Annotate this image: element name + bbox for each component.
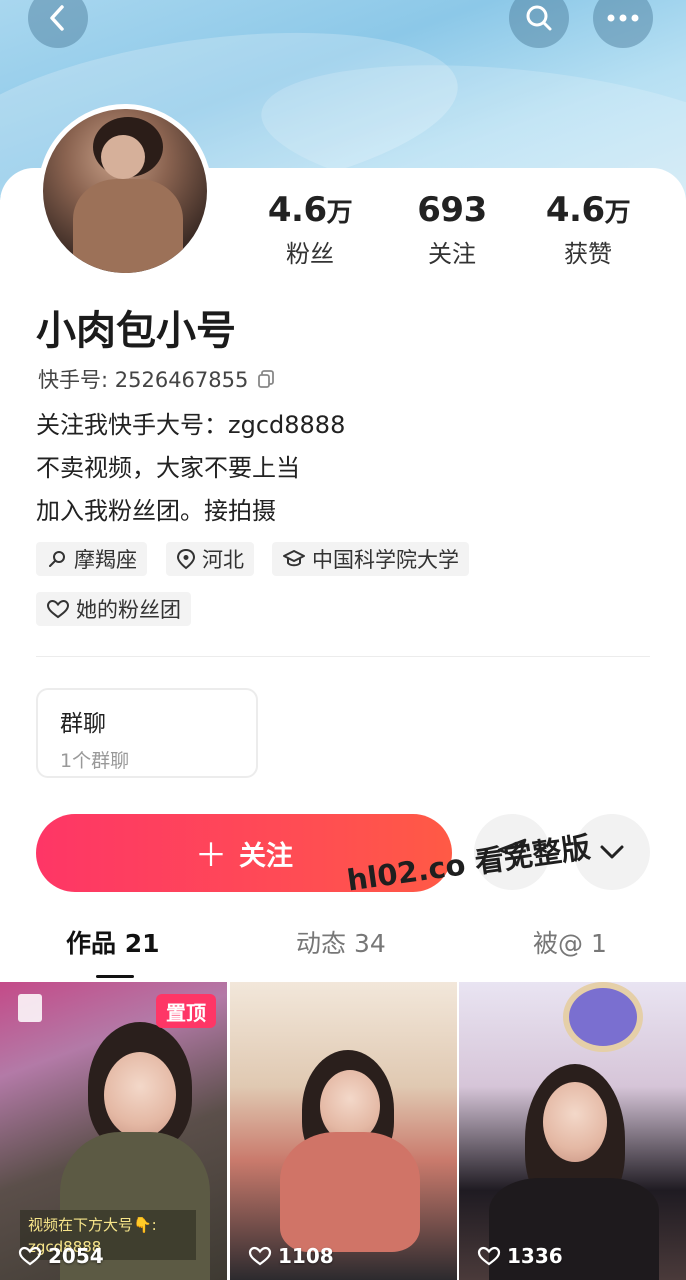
chevron-down-icon xyxy=(600,845,624,859)
stat-number: 4.6万 xyxy=(267,190,353,230)
tag-label: 摩羯座 xyxy=(74,548,137,572)
profile-stats: 4.6万 粉丝 693 关注 4.6万 获赞 xyxy=(240,190,660,280)
zodiac-icon xyxy=(49,551,65,567)
user-id[interactable]: 快手号: 2526467855 xyxy=(38,364,276,394)
like-count: 2054 xyxy=(18,1244,104,1268)
more-dots-icon xyxy=(607,14,639,22)
stat-label: 关注 xyxy=(428,240,476,268)
bio: 关注我快手大号：zgcd8888 不卖视频，大家不要上当 加入我粉丝团。接拍摄 xyxy=(36,404,345,533)
video-thumbnail[interactable]: 1336 xyxy=(459,982,686,1280)
user-id-label: 快手号: 2526467855 xyxy=(38,368,249,392)
tag-school[interactable]: 中国科学院大学 xyxy=(272,542,469,576)
collection-icon xyxy=(18,994,42,1022)
stat-fans[interactable]: 4.6万 粉丝 xyxy=(240,190,380,269)
like-count: 1336 xyxy=(477,1244,563,1268)
tag-label: 中国科学院大学 xyxy=(312,548,459,572)
video-thumbnail[interactable]: 置顶 视频在下方大号👇: zgcd8888 2054 xyxy=(0,982,227,1280)
tab-works[interactable]: 作品 21 xyxy=(66,924,160,960)
heart-icon xyxy=(18,1246,42,1266)
stat-number: 4.6万 xyxy=(545,190,631,230)
back-arrow-icon xyxy=(50,5,64,31)
group-chat-card[interactable]: 群聊 1个群聊 xyxy=(36,688,258,778)
stat-following[interactable]: 693 关注 xyxy=(382,190,522,269)
graduation-cap-icon xyxy=(283,550,305,567)
divider xyxy=(36,656,650,657)
group-chat-title: 群聊 xyxy=(60,711,106,737)
group-chat-count: 1个群聊 xyxy=(60,750,130,772)
tab-indicator xyxy=(96,975,134,978)
search-icon xyxy=(526,5,552,31)
tag-label: 她的粉丝团 xyxy=(76,598,181,622)
pinned-badge: 置顶 xyxy=(156,994,216,1028)
like-count: 1108 xyxy=(248,1244,334,1268)
tag-zodiac[interactable]: 摩羯座 xyxy=(36,542,147,576)
heart-icon xyxy=(477,1246,501,1266)
stat-number: 693 xyxy=(417,190,487,230)
follow-label: 关注 xyxy=(239,840,293,872)
bio-line: 关注我快手大号：zgcd8888 xyxy=(36,411,346,439)
tag-fan-group[interactable]: 她的粉丝团 xyxy=(36,592,191,626)
nickname: 小肉包小号 xyxy=(36,308,236,354)
bio-line: 不卖视频，大家不要上当 xyxy=(36,454,300,482)
stat-label: 获赞 xyxy=(564,240,612,268)
heart-hands-icon xyxy=(46,599,70,619)
copy-icon[interactable] xyxy=(256,369,276,389)
avatar[interactable] xyxy=(38,104,212,278)
location-pin-icon xyxy=(176,548,196,570)
tab-mentions[interactable]: 被@ 1 xyxy=(533,924,607,960)
tag-label: 河北 xyxy=(202,548,244,572)
tab-moments[interactable]: 动态 34 xyxy=(296,924,386,960)
heart-icon xyxy=(248,1246,272,1266)
video-thumbnail[interactable]: 1108 xyxy=(230,982,457,1280)
bio-line: 加入我粉丝团。接拍摄 xyxy=(36,497,276,525)
plus-icon: ＋ xyxy=(194,836,227,874)
stat-label: 粉丝 xyxy=(286,240,334,268)
tag-location[interactable]: 河北 xyxy=(166,542,254,576)
stat-likes[interactable]: 4.6万 获赞 xyxy=(518,190,658,269)
